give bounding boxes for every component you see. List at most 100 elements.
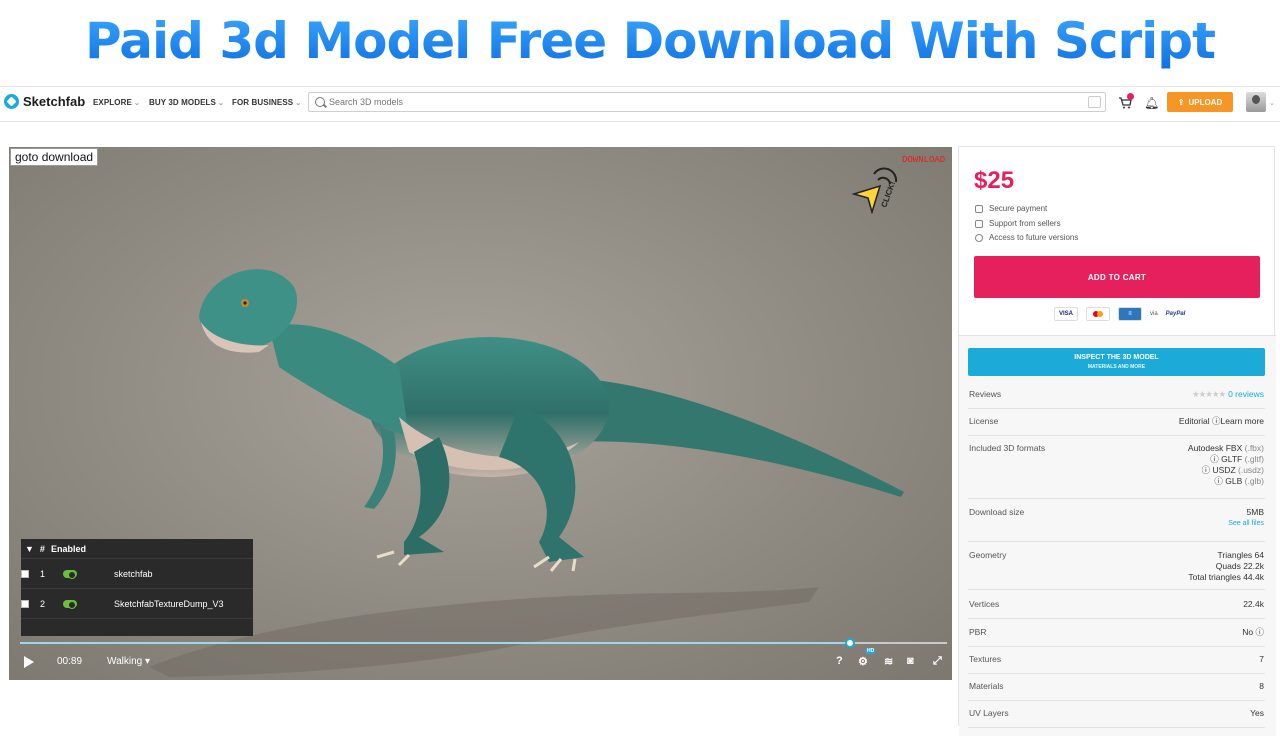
hd-badge: HD (866, 648, 876, 654)
layer-name: SketchfabTextureDump_V3 (114, 598, 224, 609)
cart-badge (1127, 93, 1134, 100)
spec-pbr: PBR No ⓘ (968, 627, 1265, 647)
spec-label: Materials (969, 681, 1004, 691)
layers-panel: ▼ # Enabled 1 sketchfab 2 SketchfabTextu… (21, 539, 253, 636)
spec-value: ★★★★★ 0 reviews (1192, 389, 1264, 400)
price: $25 (974, 167, 1015, 194)
sketchfab-logo-icon (4, 94, 19, 109)
download-overlay-label[interactable]: DOWNLOAD (902, 155, 945, 165)
avatar[interactable] (1246, 92, 1266, 112)
help-circle-icon: ⓘ (1212, 416, 1221, 426)
layer-number: 2 (40, 598, 46, 609)
nav-for-business[interactable]: FOR BUSINESS ⌄ (232, 98, 301, 107)
geometry-line: Quads 22.2k (1215, 561, 1264, 571)
spec-materials: Materials 8 (968, 681, 1265, 701)
help-circle-icon: ⓘ (1214, 476, 1223, 486)
perk-label: Access to future versions (989, 233, 1079, 242)
layer-toggle[interactable] (63, 569, 77, 579)
spec-label: UV Layers (969, 708, 1009, 718)
reviews-link[interactable]: 0 reviews (1228, 389, 1264, 399)
format-ext: (.usdz) (1238, 465, 1264, 475)
help-icon[interactable]: ? (836, 655, 843, 667)
add-to-cart-button[interactable]: ADD TO CART (974, 256, 1260, 298)
spec-value: 22.4k (1243, 599, 1264, 609)
layers-icon[interactable]: ≋ (884, 655, 893, 668)
format-ext: (.fbx) (1244, 443, 1264, 453)
spec-value: No ⓘ (1242, 627, 1264, 638)
spec-formats: Included 3D formats Autodesk FBX (.fbx) … (968, 443, 1265, 499)
play-icon[interactable] (24, 656, 34, 668)
amex-icon: ≡ (1118, 307, 1142, 321)
perk-item: Support from sellers (975, 219, 1061, 228)
layer-row[interactable]: 1 sketchfab (21, 559, 253, 589)
spec-value: 8 (1259, 681, 1264, 691)
layers-header-enabled: Enabled (50, 543, 86, 554)
layer-checkbox[interactable] (21, 569, 29, 578)
spec-label: License (969, 416, 999, 426)
click-cursor-icon: CLICK! (852, 167, 897, 214)
vr-icon[interactable]: ◙ (907, 655, 914, 667)
perk-item: Access to future versions (975, 233, 1078, 242)
inspect-model-button[interactable]: INSPECT THE 3D MODEL MATERIALS AND MORE (968, 348, 1265, 376)
learn-more-link[interactable]: Learn more (1221, 416, 1264, 426)
nav-explore[interactable]: EXPLORE ⌄ (93, 98, 140, 107)
help-circle-icon: ⓘ (1255, 627, 1264, 637)
upload-label: UPLOAD (1188, 97, 1223, 107)
fullscreen-icon[interactable]: ⤢ (933, 655, 942, 668)
goto-download-button[interactable]: goto download (10, 148, 99, 166)
viewer-controls: 00:89 Walking ▾ ? ⚙ HD ≋ ◙ ⤢ (9, 648, 952, 673)
bell-icon[interactable]: 🔔︎ (1144, 96, 1159, 110)
layer-checkbox[interactable] (21, 599, 29, 608)
spec-download-size: Download size 5MB See all files (968, 507, 1265, 542)
help-circle-icon: ⓘ (1210, 454, 1219, 464)
chevron-down-icon[interactable]: ⌄ (1269, 99, 1275, 107)
geometry-line: Triangles 64 (1217, 550, 1264, 560)
keyboard-shortcut-icon (1088, 96, 1101, 108)
spec-license: License Editorial ⓘLearn more (968, 416, 1265, 436)
spec-value: 5MB See all files (1228, 507, 1264, 529)
nav-explore-label: EXPLORE (93, 98, 132, 107)
refresh-icon (975, 233, 983, 242)
spec-label: Reviews (969, 389, 1002, 399)
format-name: Autodesk FBX (1187, 443, 1243, 453)
layers-header-num: # (39, 543, 45, 554)
top-navbar: Sketchfab EXPLORE ⌄ BUY 3D MODELS ⌄ FOR BU… (0, 86, 1280, 122)
spec-vertices: Vertices 22.4k (968, 599, 1265, 619)
mastercard-icon (1086, 307, 1110, 321)
nav-business-label: FOR BUSINESS (232, 98, 294, 107)
filter-icon[interactable]: ▼ (25, 544, 34, 554)
timeline-scrubber[interactable] (20, 638, 947, 648)
format-name: GLTF (1221, 454, 1243, 464)
pbr-value: No (1242, 627, 1254, 637)
layer-toggle[interactable] (63, 599, 77, 609)
upload-icon: ⇪ (1177, 97, 1185, 107)
search-box[interactable] (308, 92, 1106, 112)
perk-item: Secure payment (975, 204, 1047, 213)
dinosaur-model[interactable] (189, 257, 909, 577)
animation-select[interactable]: Walking ▾ (107, 656, 150, 667)
lock-icon (975, 204, 983, 213)
search-input[interactable] (329, 95, 1069, 109)
layer-row[interactable]: 2 SketchfabTextureDump_V3 (21, 589, 253, 619)
perk-label: Secure payment (989, 204, 1048, 213)
model-viewer[interactable]: goto download DOWNLOAD CLICK! ▼ # Enable… (9, 147, 952, 680)
inspect-main-label: INSPECT THE 3D MODEL (1074, 354, 1159, 361)
time-display: 00:89 (57, 656, 83, 667)
layers-header: ▼ # Enabled (21, 539, 253, 559)
format-ext: (.gltf) (1244, 454, 1264, 464)
spec-reviews: Reviews ★★★★★ 0 reviews (968, 389, 1265, 409)
payment-methods: VISA ≡ via PayPal (1054, 307, 1185, 321)
gear-icon[interactable]: ⚙ (858, 655, 868, 668)
sketchfab-logo[interactable]: Sketchfab (4, 94, 85, 109)
spec-label: Download size (969, 507, 1025, 517)
see-all-files-link[interactable]: See all files (1228, 518, 1264, 529)
chevron-down-icon: ⌄ (217, 100, 224, 107)
upload-button[interactable]: ⇪ UPLOAD (1167, 92, 1233, 112)
timeline-knob[interactable] (844, 638, 855, 648)
spec-value: Autodesk FBX (.fbx) ⓘ GLTF (.gltf) ⓘ USD… (1188, 443, 1264, 487)
inspect-sub-label: MATERIALS AND MORE (1087, 364, 1146, 370)
spec-textures: Textures 7 (968, 654, 1265, 674)
rating-stars-icon: ★★★★★ (1191, 389, 1226, 399)
nav-buy-3d-models[interactable]: BUY 3D MODELS ⌄ (149, 98, 224, 107)
spec-label: Included 3D formats (969, 443, 1046, 453)
